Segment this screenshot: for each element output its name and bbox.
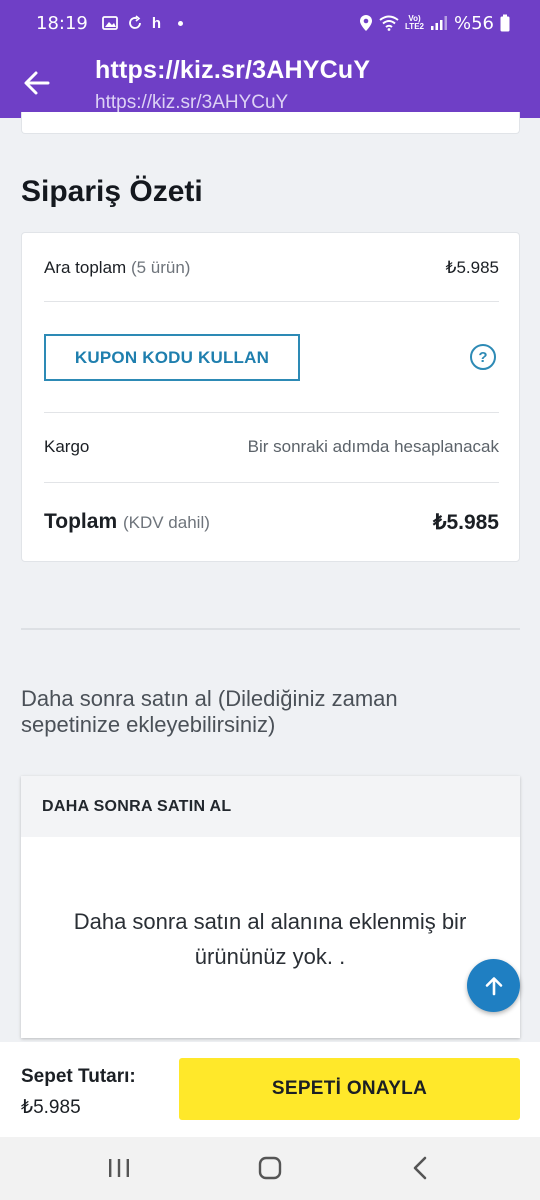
total-label: Toplam [44, 510, 118, 533]
arrow-up-icon [485, 976, 502, 995]
system-icons: Vo) LTE2 %56 [359, 13, 510, 34]
previous-card-bottom [21, 112, 520, 134]
order-summary-heading: Sipariş Özeti [21, 175, 203, 208]
checkout-bar: Sepet Tutarı: ₺5.985 SEPETİ ONAYLA [0, 1042, 540, 1137]
clock: 18:19 [36, 12, 88, 34]
battery-icon [500, 14, 510, 32]
question-circle-icon[interactable]: ? [470, 344, 496, 370]
arrow-left-icon[interactable] [22, 68, 52, 98]
location-icon [360, 15, 373, 31]
buy-later-empty-message: Daha sonra satın al alanına eklenmiş bir… [73, 909, 467, 969]
divider [44, 482, 499, 483]
total-vat-note: (KDV dahil) [122, 513, 210, 532]
battery-level: %56 [453, 12, 494, 34]
subtotal-value: ₺5.985 [445, 258, 499, 277]
system-navigation-bar [0, 1137, 540, 1200]
wifi-icon [379, 15, 399, 31]
app-bar: https://kiz.sr/3AHYCuY https://kiz.sr/3A… [0, 46, 540, 118]
cart-total-label: Sepet Tutarı: [21, 1066, 136, 1087]
shipping-row: Kargo Bir sonraki adımda hesaplanacak [44, 434, 499, 460]
signal-icon [430, 16, 447, 30]
confirm-cart-button[interactable]: SEPETİ ONAYLA [179, 1058, 520, 1120]
subtotal-row: Ara toplam (5 ürün) ₺5.985 [44, 255, 499, 281]
scroll-to-top-button[interactable] [467, 959, 520, 1012]
shipping-label: Kargo [44, 437, 90, 456]
buy-later-heading: Daha sonra satın al (Dilediğiniz zaman s… [21, 686, 398, 737]
volte-indicator: Vo) LTE2 [405, 14, 424, 31]
divider [44, 301, 499, 302]
order-summary-card: Ara toplam (5 ürün) ₺5.985 KUPON KODU KU… [21, 232, 520, 562]
page-url-subtitle: https://kiz.sr/3AHYCuY [95, 92, 289, 113]
use-coupon-button[interactable]: KUPON KODU KULLAN [44, 334, 300, 381]
cart-total-value: ₺5.985 [21, 1097, 81, 1118]
total-value: ₺5.985 [433, 510, 499, 534]
subtotal-label: Ara toplam [44, 258, 127, 277]
home-icon[interactable] [255, 1155, 285, 1181]
sync-icon [129, 15, 141, 29]
buy-later-card: DAHA SONRA SATIN AL Daha sonra satın al … [21, 776, 520, 1038]
gallery-icon [101, 16, 118, 30]
back-nav-icon[interactable] [406, 1155, 436, 1181]
subtotal-item-count: (5 ürün) [130, 258, 191, 277]
total-label-group: Toplam (KDV dahil) [44, 510, 210, 534]
notification-icons: h [101, 14, 184, 32]
status-bar: 18:19 h Vo) LTE2 %56 [0, 0, 540, 46]
total-row: Toplam (KDV dahil) ₺5.985 [44, 507, 499, 537]
recent-apps-icon[interactable] [104, 1155, 134, 1181]
shipping-value: Bir sonraki adımda hesaplanacak [247, 437, 499, 456]
subtotal-label-group: Ara toplam (5 ürün) [44, 258, 190, 278]
buy-later-card-title: DAHA SONRA SATIN AL [21, 776, 520, 837]
section-divider [21, 628, 520, 630]
page-url-title: https://kiz.sr/3AHYCuY [95, 56, 371, 84]
divider [44, 412, 499, 413]
more-notifications-dot [178, 20, 184, 26]
notification-letter: h [151, 14, 162, 32]
